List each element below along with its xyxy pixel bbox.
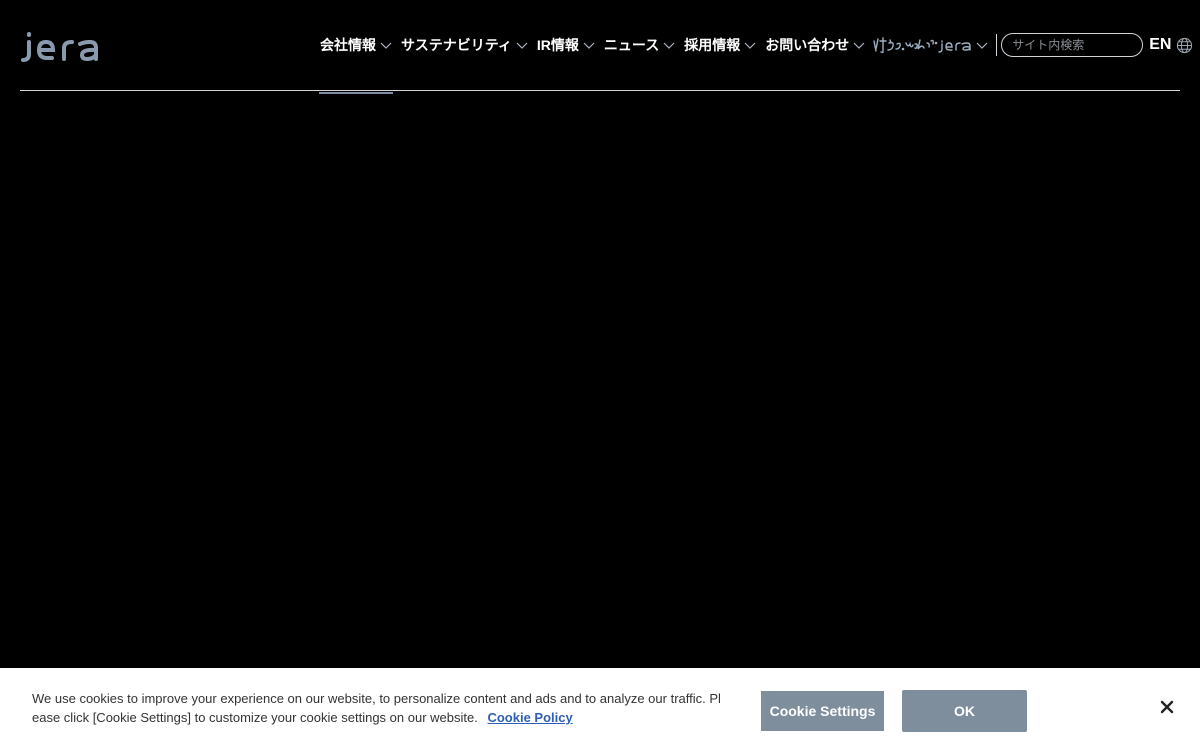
nav-item-recruit[interactable]: 採用情報 [684,35,756,55]
chevron-down-icon [976,42,988,49]
chevron-down-icon [853,42,865,49]
language-label: EN [1149,36,1172,53]
language-switch[interactable]: EN [1149,36,1193,54]
nav-item-label: 会社情報 [320,37,376,53]
cookie-settings-button[interactable]: Cookie Settings [761,691,884,731]
chevron-down-icon [663,42,675,49]
nav-item-label: ニュース [603,37,660,53]
cookie-message-text: We use cookies to improve your experienc… [32,691,721,725]
nav-item-label: IR情報 [536,37,579,53]
nav-item-company[interactable]: 会社情報 [319,35,393,94]
nav-item-label: 採用情報 [684,37,741,53]
cookie-message: We use cookies to improve your experienc… [32,689,722,727]
chevron-down-icon [380,42,392,49]
main-nav: 会社情報 サステナビリティ IR情報 ニュース 採用情報 お問い合わせ サイト内… [319,30,1193,94]
chevron-down-icon [744,42,756,49]
tomosou-jera-logo [873,37,971,54]
jera-logo[interactable] [20,28,100,64]
nav-divider [996,34,998,56]
cookie-banner: We use cookies to improve your experienc… [0,668,1200,750]
nav-item-news[interactable]: ニュース [604,35,675,55]
nav-item-label: お問い合わせ [765,37,850,53]
page: 会社情報 サステナビリティ IR情報 ニュース 採用情報 お問い合わせ サイト内… [0,0,1200,750]
cookie-ok-button[interactable]: OK [902,690,1027,732]
globe-icon [1177,37,1193,53]
chevron-down-icon [583,42,595,49]
cookie-policy-link[interactable]: Cookie Policy [487,710,572,725]
nav-item-label: サステナビリティ [401,37,512,53]
close-icon[interactable] [1158,698,1176,716]
chevron-down-icon [516,42,528,49]
nav-item-sustainability[interactable]: サステナビリティ [401,35,528,55]
tomosou-jera-link[interactable] [872,35,988,55]
nav-item-ir[interactable]: IR情報 [537,35,595,55]
site-search-input[interactable] [1001,33,1144,57]
site-header: 会社情報 サステナビリティ IR情報 ニュース 採用情報 お問い合わせ サイト内… [20,0,1193,94]
nav-item-contact[interactable]: お問い合わせ [765,35,865,55]
